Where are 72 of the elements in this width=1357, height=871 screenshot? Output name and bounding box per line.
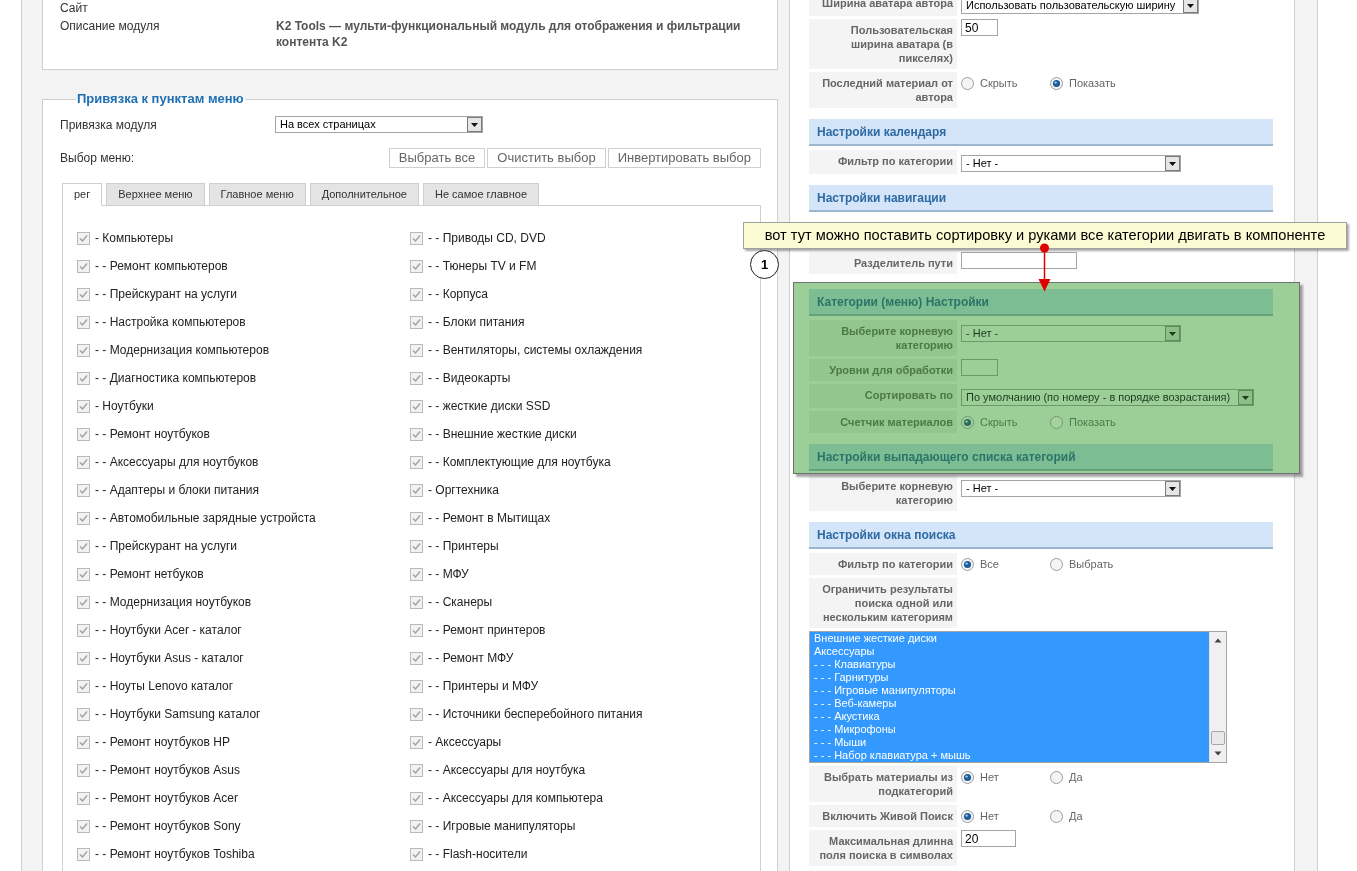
tab[interactable]: Верхнее меню	[106, 183, 205, 206]
dropdown[interactable]: - Нет -	[961, 480, 1181, 497]
field-value: K2 Tools — мульти-функциональный модуль для отображения и фильтрации контента K2	[276, 18, 742, 50]
field-label: Привязка модуля	[60, 116, 158, 134]
field-label: Счетчик материалов	[809, 411, 957, 433]
caret-icon	[467, 117, 482, 132]
menu-select-button[interactable]: Очистить выбор	[487, 148, 606, 168]
dropdown[interactable]: - Нет -	[961, 155, 1181, 172]
field-label: Ограничить результаты поиска одной или нескольким категориям	[809, 578, 957, 628]
scroll-thumb[interactable]	[1211, 731, 1225, 745]
radio-button[interactable]	[961, 770, 974, 784]
radio-option[interactable]: Да	[1050, 770, 1139, 784]
radio-button[interactable]	[1050, 809, 1063, 823]
scrollbar[interactable]	[1209, 632, 1226, 762]
radio-option[interactable]: Нет	[961, 809, 1050, 823]
tab[interactable]: Не самое главное	[422, 183, 540, 206]
panel-legend: Привязка к пунктам меню	[76, 92, 245, 106]
field-label: Сортировать по	[809, 384, 957, 408]
field-label: Пользовательская ширина аватара (в пикселях)	[809, 19, 957, 69]
radio-option[interactable]: Все	[961, 557, 1050, 571]
callout-note: вот тут можно поставить сортировку и руками все категории двигать в компоненте	[743, 222, 1347, 249]
section-header: Настройки выпадающего списка категорий	[809, 444, 1273, 471]
tab[interactable]: рег	[62, 183, 103, 206]
radio-button[interactable]	[1050, 76, 1063, 90]
field-label: Сайт	[60, 0, 89, 16]
field-label: Описание модуля	[60, 18, 161, 35]
radio-option[interactable]: Показать	[1050, 76, 1139, 90]
section-header: Категории (меню) Настройки	[809, 289, 1273, 316]
section-header: Настройки навигации	[809, 185, 1273, 212]
field-label: Разделитель пути	[809, 252, 957, 274]
field-label: Выберите корневую категорию	[809, 320, 957, 356]
field-label: Фильтр по категории	[809, 553, 957, 575]
text-field[interactable]: 50	[961, 19, 998, 36]
field-label: Фильтр по категории	[809, 150, 957, 174]
pointer-arrow	[1038, 243, 1051, 292]
tab[interactable]: Главное меню	[208, 183, 306, 206]
radio-button[interactable]	[961, 809, 974, 823]
radio-option[interactable]: Нет	[961, 770, 1050, 784]
menu-select-button[interactable]: Инвертировать выбор	[607, 148, 761, 168]
text-field[interactable]: 20	[961, 830, 1016, 847]
tab[interactable]: Дополнительное	[309, 183, 419, 206]
caret-icon	[1183, 0, 1199, 13]
radio-button[interactable]	[1050, 770, 1063, 784]
field-label: Выберите корневую категорию	[809, 475, 957, 511]
field-label: Последний материал от автора	[809, 72, 957, 108]
caret-icon	[1165, 481, 1180, 496]
radio-option[interactable]: Да	[1050, 809, 1139, 823]
dropdown[interactable]: По умолчанию (по номеру - в порядке возрастания)	[961, 389, 1255, 406]
field-label: Ширина аватара автора	[809, 0, 957, 16]
text-field[interactable]	[961, 252, 1077, 269]
dropdown[interactable]: - Нет -	[961, 325, 1181, 342]
section-header: Настройки окна поиска	[809, 522, 1273, 549]
radio-button[interactable]	[961, 76, 974, 90]
radio-button[interactable]	[1050, 415, 1063, 429]
text-field[interactable]	[961, 359, 998, 376]
radio-option[interactable]: Выбрать	[1050, 557, 1139, 571]
field-label: Выбрать материалы из подкатегорий	[809, 766, 957, 802]
caret-icon	[1238, 390, 1254, 405]
radio-button[interactable]	[961, 415, 974, 429]
radio-button[interactable]	[1050, 557, 1063, 571]
dropdown[interactable]: Использовать пользовательскую ширину	[961, 0, 1200, 14]
radio-option[interactable]: Скрыть	[961, 76, 1050, 90]
field-label: Максимальная длинна поля поиска в символах	[809, 830, 957, 866]
field-label: Включить Живой Поиск	[809, 805, 957, 827]
caret-icon	[1165, 326, 1180, 341]
radio-button[interactable]	[961, 557, 974, 571]
menu-select-button[interactable]: Выбрать все	[388, 148, 486, 168]
section-header: Настройки календаря	[809, 119, 1273, 146]
dropdown[interactable]: На всех страницах	[275, 116, 483, 133]
field-label: Выбор меню:	[60, 150, 135, 167]
caret-icon	[1165, 156, 1180, 171]
field-label: Уровни для обработки	[809, 359, 957, 381]
